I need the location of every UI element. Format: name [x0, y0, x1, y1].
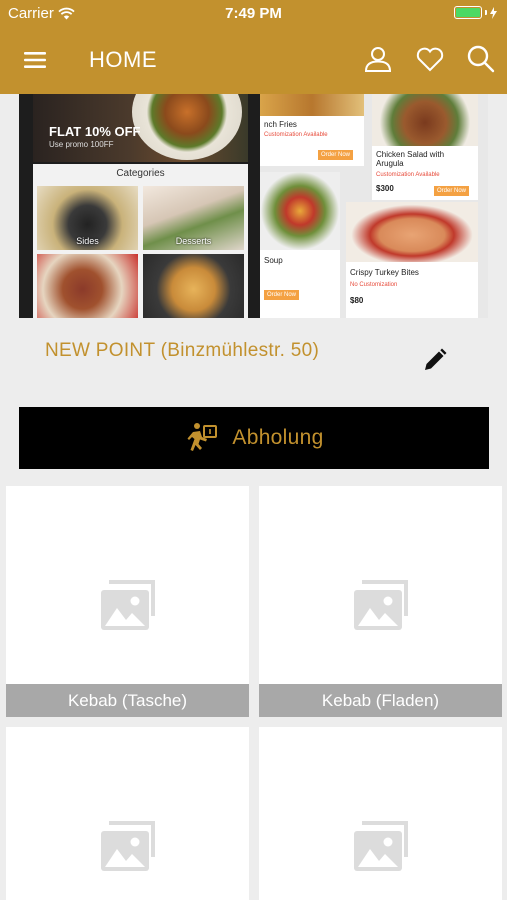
banner-order-button: Order Now — [434, 186, 470, 196]
menu-category-card[interactable]: Kebab (Tasche) — [6, 486, 249, 717]
page-title: HOME — [89, 47, 157, 72]
banner-product-card: Crispy Turkey Bites No Customization $80 — [346, 202, 478, 318]
promo-banner-slider[interactable]: FLAT 10% OFF Use promo 100FF Categories … — [19, 94, 488, 318]
user-icon[interactable] — [362, 43, 394, 75]
banner-product-tag: No Customization — [350, 282, 398, 288]
banner-product-card: nch Fries Customization Available Order … — [260, 94, 364, 166]
promo-card: FLAT 10% OFF Use promo 100FF — [33, 94, 248, 162]
menu-category-card[interactable] — [6, 727, 249, 900]
banner-categories: Categories Sides Desserts — [33, 164, 248, 318]
promo-text: FLAT 10% OFF — [49, 124, 141, 139]
pickup-mode-button[interactable]: Abholung — [19, 407, 489, 469]
banner-category-tile: Desserts — [143, 186, 244, 250]
banner-phone-left: FLAT 10% OFF Use promo 100FF Categories … — [19, 94, 260, 318]
banner-product-price: $300 — [376, 184, 394, 193]
banner-product-name: Crispy Turkey Bites — [350, 268, 419, 277]
banner-category-tile: Sides — [37, 186, 138, 250]
banner-category-tile — [37, 254, 138, 318]
banner-product-price: $80 — [350, 296, 364, 305]
banner-order-button: Order Now — [264, 290, 300, 300]
banner-categories-title: Categories — [116, 168, 165, 179]
banner-product-name: nch Fries — [264, 120, 297, 129]
battery-fill — [456, 8, 480, 17]
menu-category-label: Kebab (Fladen) — [259, 684, 502, 717]
banner-product-card: Soup Order Now — [260, 172, 340, 318]
location-name: NEW POINT (Binzmühlestr. 50) — [45, 340, 320, 361]
menu-category-card[interactable]: Kebab (Fladen) — [259, 486, 502, 717]
banner-product-tag: Customization Available — [264, 132, 328, 138]
image-placeholder-icon — [101, 580, 155, 630]
top-nav-bar: HOME — [0, 28, 507, 94]
menu-category-label: Kebab (Tasche) — [6, 684, 249, 717]
hamburger-menu-icon[interactable] — [22, 48, 48, 72]
pickup-runner-icon — [187, 423, 218, 451]
battery-indicator — [454, 6, 497, 19]
search-icon[interactable] — [465, 43, 497, 75]
promo-code: Use promo 100FF — [49, 140, 114, 149]
edit-location-pencil-icon[interactable] — [422, 347, 448, 373]
banner-category-label: Desserts — [175, 236, 212, 246]
clock: 7:49 PM — [225, 5, 282, 22]
heart-icon[interactable] — [414, 43, 446, 75]
banner-product-name: Soup — [264, 256, 283, 265]
image-placeholder-icon — [101, 821, 155, 871]
status-bar: Carrier 7:49 PM — [0, 0, 507, 28]
banner-category-label: Sides — [76, 236, 99, 246]
banner-product-name: Chicken Salad with Arugula — [376, 150, 445, 168]
banner-product-tag: Customization Available — [376, 172, 440, 178]
image-placeholder-icon — [354, 580, 408, 630]
banner-product-card: Chicken Salad with Arugula Customization… — [372, 94, 478, 200]
pickup-label: Abholung — [232, 426, 324, 449]
menu-category-card[interactable] — [259, 727, 502, 900]
banner-order-button: Order Now — [318, 150, 354, 160]
banner-phone-right: nch Fries Customization Available Order … — [260, 94, 488, 318]
image-placeholder-icon — [354, 821, 408, 871]
charging-bolt-icon — [490, 6, 497, 19]
banner-category-tile — [143, 254, 244, 318]
